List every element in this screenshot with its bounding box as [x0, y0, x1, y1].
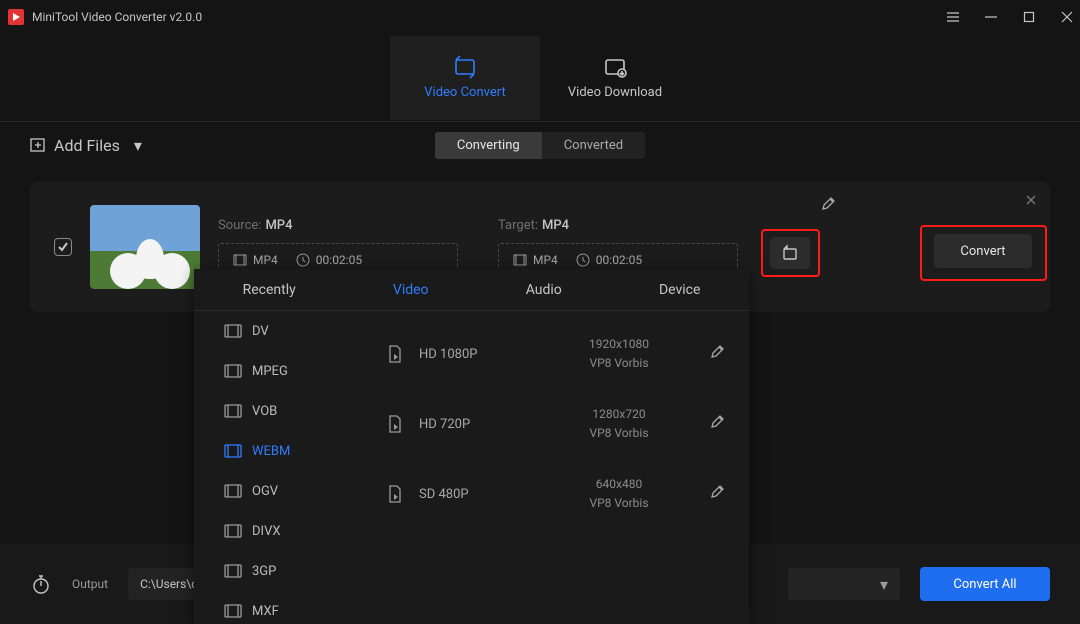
profile-row[interactable]: HD 720P 1280x720VP8 Vorbis: [361, 389, 749, 459]
edit-target-icon[interactable]: [820, 196, 836, 216]
source-box-time: 00:02:05: [316, 253, 362, 267]
task-settings-button[interactable]: [770, 237, 810, 269]
format-item-ogv[interactable]: OGV: [194, 471, 361, 511]
add-files-label: Add Files: [54, 136, 120, 155]
format-item-divx[interactable]: DIVX: [194, 511, 361, 551]
add-files-button[interactable]: Add Files ▾: [30, 136, 142, 155]
target-column: Target: MP4 MP4 00:02:05: [498, 218, 738, 277]
convert-button[interactable]: Convert: [934, 234, 1032, 268]
format-item-3gp[interactable]: 3GP: [194, 551, 361, 591]
menu-icon[interactable]: [946, 10, 960, 24]
output-format-dropdown[interactable]: ▾: [788, 568, 900, 600]
edit-profile-icon[interactable]: [709, 414, 725, 434]
tab-video-download[interactable]: Video Download: [540, 36, 690, 120]
seg-converting[interactable]: Converting: [435, 132, 542, 159]
target-box-time: 00:02:05: [596, 253, 642, 267]
file-video-icon: [385, 484, 405, 504]
subbar: Add Files ▾ Converting Converted: [0, 122, 1080, 168]
popup-tabs: Recently Video Audio Device: [194, 269, 749, 311]
tab-video-convert[interactable]: Video Convert: [390, 36, 540, 120]
format-item-mxf[interactable]: MXF: [194, 591, 361, 624]
source-format: MP4: [265, 218, 292, 233]
profile-list: HD 1080P 1920x1080VP8 Vorbis HD 720P 1280x7…: [361, 311, 749, 624]
profile-name: HD 1080P: [419, 347, 529, 362]
format-item-mpeg[interactable]: MPEG: [194, 351, 361, 391]
window-controls: [946, 10, 1074, 24]
source-box-fmt: MP4: [253, 253, 278, 267]
profile-row[interactable]: HD 1080P 1920x1080VP8 Vorbis: [361, 319, 749, 389]
format-item-webm[interactable]: WEBM: [194, 431, 361, 471]
tab-video-download-label: Video Download: [568, 85, 662, 100]
target-label: Target:: [498, 218, 538, 233]
format-item-vob[interactable]: VOB: [194, 391, 361, 431]
app-title: MiniTool Video Converter v2.0.0: [32, 10, 202, 24]
file-video-icon: [385, 414, 405, 434]
source-label: Source:: [218, 218, 261, 233]
maximize-icon[interactable]: [1022, 10, 1036, 24]
format-list[interactable]: DVMPEGVOBWEBMOGVDIVX3GPMXF: [194, 311, 361, 624]
profile-meta: 1280x720VP8 Vorbis: [543, 405, 695, 443]
app-logo-icon: [8, 9, 24, 25]
convert-all-label: Convert All: [953, 577, 1016, 592]
tab-video-convert-label: Video Convert: [424, 85, 505, 100]
popup-tab-audio[interactable]: Audio: [518, 272, 570, 308]
format-popup: Recently Video Audio Device DVMPEGVOBWEB…: [194, 269, 749, 624]
status-segmented: Converting Converted: [435, 132, 645, 159]
titlebar-left: MiniTool Video Converter v2.0.0: [8, 9, 202, 25]
stopwatch-icon[interactable]: [30, 573, 52, 595]
source-column: Source: MP4 MP4 00:02:05: [218, 218, 458, 277]
profile-meta: 640x480VP8 Vorbis: [543, 475, 695, 513]
remove-task-icon[interactable]: [1024, 192, 1038, 211]
edit-profile-icon[interactable]: [709, 484, 725, 504]
minimize-icon[interactable]: [984, 10, 998, 24]
task-checkbox[interactable]: [54, 238, 72, 256]
target-format: MP4: [542, 218, 569, 233]
titlebar: MiniTool Video Converter v2.0.0: [0, 0, 1080, 34]
file-video-icon: [385, 344, 405, 364]
convert-button-label: Convert: [960, 244, 1005, 259]
mode-tabs: Video Convert Video Download: [0, 34, 1080, 122]
chevron-down-icon[interactable]: ▾: [134, 136, 142, 155]
format-item-dv[interactable]: DV: [194, 311, 361, 351]
profile-meta: 1920x1080VP8 Vorbis: [543, 335, 695, 373]
seg-converted[interactable]: Converted: [542, 132, 645, 159]
popup-tab-recently[interactable]: Recently: [235, 272, 304, 308]
output-label: Output: [72, 577, 108, 591]
popup-tab-video[interactable]: Video: [385, 272, 437, 308]
profile-name: HD 720P: [419, 417, 529, 432]
edit-profile-icon[interactable]: [709, 344, 725, 364]
popup-tab-device[interactable]: Device: [651, 272, 708, 308]
target-box-fmt: MP4: [533, 253, 558, 267]
video-thumbnail: [90, 205, 200, 289]
close-icon[interactable]: [1060, 10, 1074, 24]
profile-name: SD 480P: [419, 487, 529, 502]
profile-row[interactable]: SD 480P 640x480VP8 Vorbis: [361, 459, 749, 529]
convert-all-button[interactable]: Convert All: [920, 567, 1050, 601]
